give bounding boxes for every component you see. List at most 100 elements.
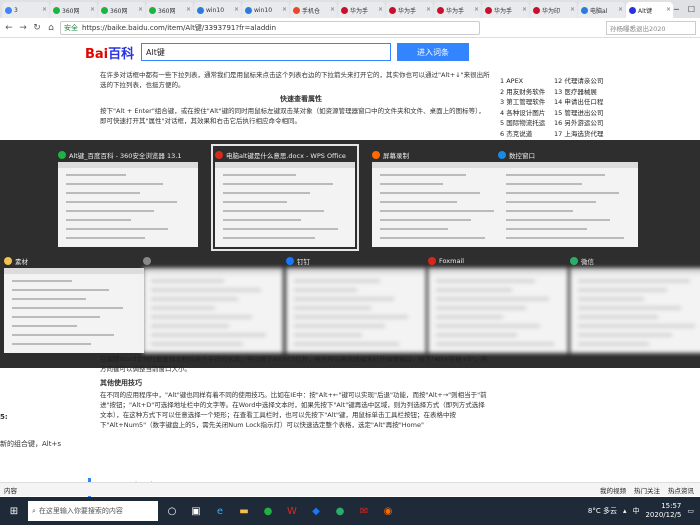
360-browser-icon[interactable]: ● <box>258 501 278 521</box>
tab-close-icon[interactable]: × <box>186 6 191 13</box>
browser-tab[interactable]: Alt键 × <box>626 2 673 18</box>
browser-tab[interactable]: 手机仓 × <box>290 2 337 18</box>
tab-favicon-icon <box>485 6 492 14</box>
foxmail-icon[interactable]: ✉ <box>354 501 374 521</box>
window-thumbnail <box>372 162 512 247</box>
status-item[interactable]: 热门关注 <box>634 485 660 495</box>
search-hint: 孙杨曝悉退出2020 <box>610 24 666 33</box>
related-item[interactable]: 4 各种设计图片 <box>500 108 554 119</box>
window-thumbnail <box>286 268 426 353</box>
browser-tab[interactable]: 360网 × <box>98 2 145 18</box>
tab-close-icon[interactable]: × <box>90 6 95 13</box>
baike-logo[interactable]: Bai百科 <box>85 43 135 62</box>
home-icon[interactable]: ⌂ <box>46 23 56 33</box>
tab-close-icon[interactable]: × <box>42 6 47 13</box>
tab-label: 华为手 <box>350 7 369 15</box>
tab-label: 360网 <box>62 7 80 15</box>
switcher-window-title: Foxmail <box>428 254 568 268</box>
record-icon[interactable]: ◉ <box>378 501 398 521</box>
related-item[interactable]: 15 管理进出公司 <box>554 108 608 119</box>
switcher-window-title <box>143 254 283 268</box>
browser-tab[interactable]: win10 × <box>242 2 289 18</box>
url-field[interactable]: 安全 https://baike.baidu.com/item/Alt键/339… <box>60 20 480 35</box>
switcher-window[interactable]: 钉钉 <box>286 254 426 353</box>
switcher-window[interactable]: 屏幕录制 <box>372 148 512 247</box>
browser-tab[interactable]: win10 × <box>194 2 241 18</box>
tab-close-icon[interactable]: × <box>234 6 239 13</box>
switcher-window-title: Alt键_百度百科 - 360安全浏览器 13.1 <box>58 148 198 162</box>
tab-favicon-icon <box>53 6 60 14</box>
wps-icon[interactable]: W <box>282 501 302 521</box>
tab-close-icon[interactable]: × <box>282 6 287 13</box>
tab-label: 电脑al <box>590 7 608 15</box>
browser-tab[interactable]: 电脑al × <box>578 2 625 18</box>
app-icon <box>570 257 578 265</box>
taskbar-search-input[interactable]: ⌕ 在这里输入你要搜索的内容 <box>28 501 158 521</box>
browser-tab[interactable]: 华为手 × <box>482 2 529 18</box>
tab-close-icon[interactable]: × <box>330 6 335 13</box>
related-item[interactable]: 17 上海选货代理 <box>554 129 608 140</box>
weather-text[interactable]: 8°C 多云 <box>588 506 617 516</box>
cortana-icon[interactable]: ○ <box>162 501 182 521</box>
enter-entry-button[interactable]: 进入词条 <box>397 43 469 61</box>
tab-favicon-icon <box>533 6 540 14</box>
browser-tab[interactable]: 华为手 × <box>386 2 433 18</box>
dingtalk-icon[interactable]: ◆ <box>306 501 326 521</box>
forward-icon[interactable]: → <box>18 23 28 33</box>
tab-close-icon[interactable]: × <box>426 6 431 13</box>
browser-tab[interactable]: 360网 × <box>50 2 97 18</box>
app-icon <box>428 257 436 265</box>
notification-icon[interactable]: ▭ <box>687 507 694 515</box>
related-item[interactable]: 16 另外游运公司 <box>554 118 608 129</box>
status-item[interactable]: 我的视频 <box>600 485 626 495</box>
window-title-text: Alt键_百度百科 - 360安全浏览器 13.1 <box>69 152 182 160</box>
browser-tab[interactable]: 华为印 × <box>530 2 577 18</box>
tab-close-icon[interactable]: × <box>474 6 479 13</box>
edge-icon[interactable]: e <box>210 501 230 521</box>
tab-favicon-icon <box>341 6 348 14</box>
browser-tab[interactable]: 华为手 × <box>338 2 385 18</box>
explorer-icon[interactable]: ▬ <box>234 501 254 521</box>
switcher-window[interactable] <box>143 254 283 353</box>
switcher-window[interactable]: 数控窗口 <box>498 148 638 247</box>
browser-tab[interactable]: 360网 × <box>146 2 193 18</box>
tab-close-icon[interactable]: × <box>666 6 671 13</box>
status-item[interactable]: 热点资讯 <box>668 485 694 495</box>
browser-tab[interactable]: 3 × <box>2 2 49 18</box>
related-item[interactable]: 2 用友财务软件 <box>500 87 554 98</box>
tab-close-icon[interactable]: × <box>138 6 143 13</box>
related-item[interactable]: 14 申请出任口程 <box>554 97 608 108</box>
browser-tab[interactable]: 华为手 × <box>434 2 481 18</box>
window-title-text: 钉钉 <box>297 258 310 266</box>
window-title-text: Foxmail <box>439 257 465 265</box>
related-item[interactable]: 1 APEX <box>500 76 554 87</box>
tab-close-icon[interactable]: × <box>570 6 575 13</box>
task-view-icon[interactable]: ▣ <box>186 501 206 521</box>
related-item[interactable]: 13 医疗器械展 <box>554 87 608 98</box>
minimize-icon[interactable]: ─ <box>674 5 679 14</box>
related-item[interactable]: 12 代理请亲公司 <box>554 76 608 87</box>
network-icon[interactable]: ▴ <box>623 507 627 515</box>
switcher-window-title: 素材 <box>4 254 144 268</box>
browser-search-input[interactable]: 孙杨曝悉退出2020 <box>606 20 696 35</box>
tab-close-icon[interactable]: × <box>522 6 527 13</box>
baike-search-input[interactable]: Alt键 <box>141 43 391 61</box>
reload-icon[interactable]: ↻ <box>32 23 42 33</box>
ime-indicator[interactable]: 中 <box>632 506 639 516</box>
maximize-icon[interactable]: ☐ <box>688 5 695 14</box>
switcher-window[interactable]: Foxmail <box>428 254 568 353</box>
related-item[interactable]: 6 杰克说道 <box>500 129 554 140</box>
switcher-window[interactable]: 素材 <box>4 254 144 353</box>
switcher-window[interactable]: 微信 <box>570 254 700 353</box>
back-icon[interactable]: ← <box>4 23 14 33</box>
switcher-window[interactable]: 电脑alt键是什么意思.docx - WPS Office <box>211 144 359 251</box>
wechat-icon[interactable]: ● <box>330 501 350 521</box>
tab-close-icon[interactable]: × <box>378 6 383 13</box>
clock[interactable]: 15:57 2020/12/5 <box>645 502 681 520</box>
tab-close-icon[interactable]: × <box>618 6 623 13</box>
related-item[interactable]: 3 第工管理软件 <box>500 97 554 108</box>
start-icon[interactable]: ⊞ <box>4 501 24 521</box>
related-item[interactable]: 5 国际物流托运 <box>500 118 554 129</box>
browser-tab-strip: 3 × 360网 × 360网 × 360网 × win10 × win10 × 手机仓 × 华为手 × 华为手… <box>0 0 700 18</box>
switcher-window[interactable]: Alt键_百度百科 - 360安全浏览器 13.1 <box>58 148 198 247</box>
